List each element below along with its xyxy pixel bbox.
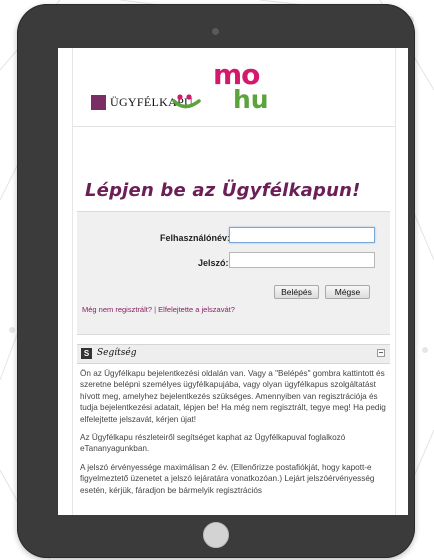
forgot-password-link[interactable]: Elfelejtette a jelszavát?: [158, 305, 235, 314]
tablet-screen: ÜGYFÉLKAPU mo hu Lépjen be az Ügyfélkapu…: [58, 48, 408, 515]
help-body: Ön az Ügyfélkapu bejelentkezési oldalán …: [80, 368, 386, 503]
login-button[interactable]: Belépés: [274, 285, 319, 299]
home-button[interactable]: [203, 522, 229, 548]
username-label: Felhasználónév:: [160, 233, 231, 243]
help-paragraph: Az Ügyfélkapu részleteiről segítséget ka…: [80, 433, 346, 454]
help-paragraph: A jelszó érvényessége maximálisan 2 év. …: [80, 462, 375, 495]
help-panel-header: S Segítség: [77, 344, 390, 364]
tablet-frame: ÜGYFÉLKAPU mo hu Lépjen be az Ügyfélkapu…: [17, 4, 415, 558]
page-title: Lépjen be az Ügyfélkapun!: [85, 180, 361, 201]
help-badge-icon: S: [81, 348, 92, 359]
camera-icon: [212, 28, 219, 35]
cancel-button[interactable]: Mégse: [325, 285, 370, 299]
collapse-icon[interactable]: [377, 349, 385, 357]
password-input[interactable]: [229, 252, 375, 268]
brand-square-icon: [91, 95, 106, 110]
login-form: Felhasználónév: Jelszó: Belépés Mégse Mé…: [77, 211, 390, 335]
password-label: Jelszó:: [198, 258, 229, 268]
account-links: Még nem regisztrált? | Elfelejtette a je…: [82, 305, 235, 314]
help-title: Segítség: [97, 348, 137, 358]
logo-hu: hu: [233, 85, 269, 114]
username-input[interactable]: [229, 227, 375, 243]
page-header: ÜGYFÉLKAPU mo hu: [73, 48, 395, 127]
login-page: ÜGYFÉLKAPU mo hu Lépjen be az Ügyfélkapu…: [72, 48, 396, 515]
register-link[interactable]: Még nem regisztrált?: [82, 305, 152, 314]
smile-logo-icon: [172, 94, 201, 109]
help-paragraph: Ön az Ügyfélkapu bejelentkezési oldalán …: [80, 369, 386, 424]
